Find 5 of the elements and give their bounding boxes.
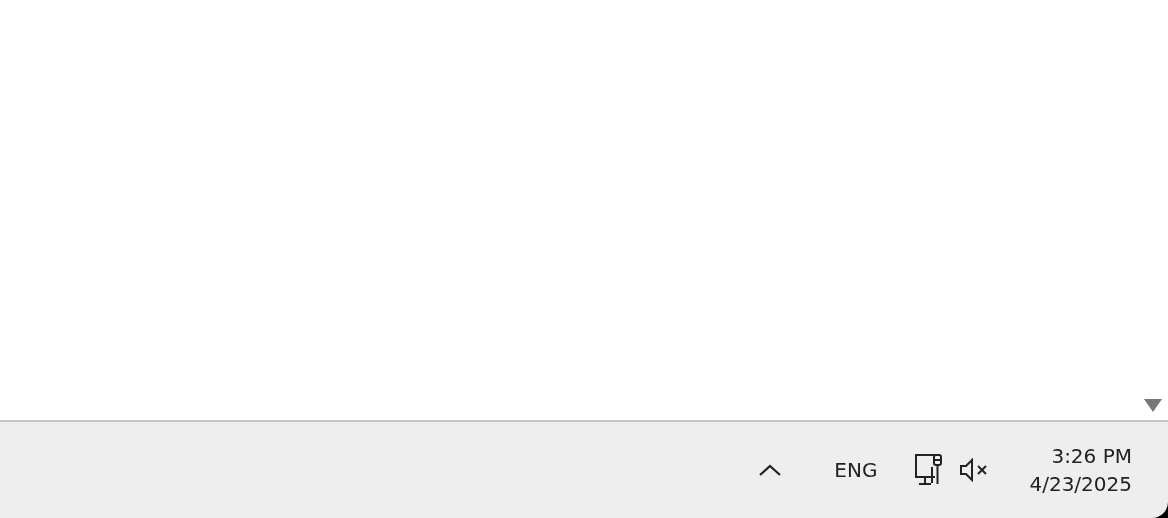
clock-time[interactable]: 3:26 PM — [1051, 444, 1132, 468]
scroll-down-icon[interactable] — [1144, 399, 1162, 412]
language-indicator[interactable]: ENG — [834, 458, 878, 482]
chevron-up-icon[interactable] — [758, 463, 783, 477]
clock-date[interactable]: 4/23/2025 — [1029, 472, 1132, 496]
